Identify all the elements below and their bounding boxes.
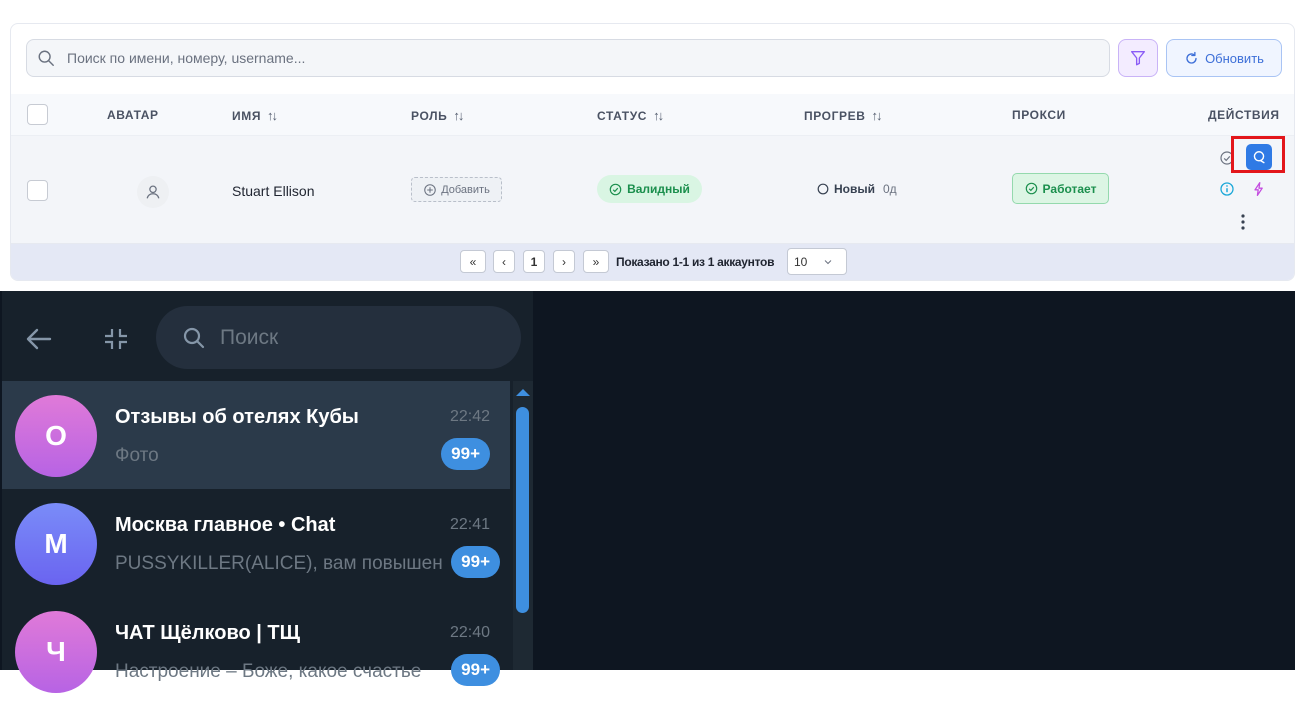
search-input[interactable] [67,50,967,66]
page-size-value: 10 [794,254,808,269]
header-name[interactable]: ИМЯ ↑↓ [232,108,278,123]
chat-time: 22:40 [449,624,490,641]
filter-icon [1131,51,1145,66]
header-proxy: ПРОКСИ [1012,108,1066,122]
header-status[interactable]: СТАТУС ↑↓ [597,108,664,123]
user-icon [146,185,160,199]
search-bar[interactable] [26,39,1110,77]
chat-preview: Фото [115,445,159,466]
avatar [137,176,169,208]
header-avatar: АВАТАР [107,108,159,122]
back-arrow-icon[interactable] [24,326,54,352]
status-badge: Валидный [597,175,702,203]
sort-icon: ↑↓ [871,108,882,123]
warmup-days: 0д [883,182,897,196]
chat-item[interactable]: М Москва главное • Chat 22:41 PUSSYKILLE… [2,489,510,597]
plus-circle-icon [424,183,436,196]
account-name: Stuart Ellison [232,183,315,199]
chat-avatar: М [15,503,97,585]
warmup-status: Новый 0д [817,182,897,196]
highlight-box [1231,136,1285,173]
double-chevron-left-icon: « [469,254,477,269]
chat-list-panel: О Отзывы об отелях Кубы 22:42 Фото 99+ М… [2,291,533,693]
status-label: Валидный [627,182,690,196]
chat-list-header [2,291,533,381]
chat-preview: Настроение – Боже, какое счастье [115,661,422,682]
sort-icon: ↑↓ [453,108,464,123]
check-circle-icon [1025,182,1037,195]
table-header: АВАТАР ИМЯ ↑↓ РОЛЬ ↑↓ СТАТУС ↑↓ ПРОГРЕВ ↑↓ П… [11,94,1294,136]
next-page-button[interactable]: › [553,250,575,273]
header-actions: ДЕЙСТВИЯ [1208,108,1280,122]
add-role-label: Добавить [441,183,490,196]
page-size-select[interactable]: 10 [787,248,847,275]
header-warmup[interactable]: ПРОГРЕВ ↑↓ [804,108,882,123]
refresh-button[interactable]: Обновить [1166,39,1282,77]
more-vertical-icon[interactable] [1235,212,1251,232]
warmup-label: Новый [834,182,875,196]
chat-time: 22:41 [449,516,490,533]
accounts-panel: Обновить АВАТАР ИМЯ ↑↓ РОЛЬ ↑↓ СТАТУС ↑↓ ПР… [10,23,1295,281]
proxy-badge[interactable]: Работает [1012,173,1109,204]
prev-page-button[interactable]: ‹ [493,250,515,273]
info-icon[interactable] [1219,181,1235,197]
add-role-button[interactable]: Добавить [411,177,502,202]
circle-icon [817,183,829,195]
double-chevron-right-icon: » [592,254,600,269]
proxy-label: Работает [1042,181,1097,196]
refresh-label: Обновить [1205,50,1264,66]
pagination-info: Показано 1-1 из 1 аккаунтов [616,255,775,269]
unread-badge: 99+ [451,546,500,578]
pagination: « ‹ 1 › » Показано 1-1 из 1 аккаунтов 10 [11,244,1294,280]
header-proxy-label: ПРОКСИ [1012,108,1066,122]
current-page-button[interactable]: 1 [523,250,545,273]
row-checkbox[interactable] [27,180,48,201]
search-icon [38,50,54,66]
chat-avatar: О [15,395,97,477]
chevron-left-icon: ‹ [502,254,506,269]
scroll-up-arrow-icon[interactable] [514,386,532,398]
chat-item[interactable]: О Отзывы об отелях Кубы 22:42 Фото 99+ [2,381,510,489]
chat-avatar: Ч [15,611,97,693]
search-icon [183,327,205,348]
header-role-label: РОЛЬ [411,108,448,123]
header-role[interactable]: РОЛЬ ↑↓ [411,108,464,123]
chat-title: Москва главное • Chat [115,514,336,536]
chat-preview: PUSSYKILLER(ALICE), вам повышен [115,553,443,574]
sort-icon: ↑↓ [653,108,664,123]
sort-icon: ↑↓ [267,108,278,123]
chat-title: ЧАТ Щёлково | ТЩ [115,622,300,644]
chat-time: 22:42 [449,408,490,425]
chat-title: Отзывы об отелях Кубы [115,406,359,428]
last-page-button[interactable]: » [583,250,609,273]
check-circle-icon [609,183,622,195]
header-status-label: СТАТУС [597,108,648,123]
filter-button[interactable] [1118,39,1158,77]
telegram-search-input[interactable] [220,325,480,350]
collapse-icon[interactable] [102,326,130,352]
table-row: Stuart Ellison Добавить Валидный Новый 0… [11,136,1294,244]
telegram-search[interactable] [156,306,521,369]
scrollbar-thumb[interactable] [516,407,529,613]
chevron-right-icon: › [562,254,566,269]
header-avatar-label: АВАТАР [107,108,159,122]
first-page-button[interactable]: « [460,250,486,273]
header-actions-label: ДЕЙСТВИЯ [1208,108,1280,122]
refresh-icon [1186,51,1197,64]
bolt-icon[interactable] [1251,181,1267,197]
select-all-checkbox[interactable] [27,104,48,125]
unread-badge: 99+ [441,438,490,470]
unread-badge: 99+ [451,654,500,686]
telegram-window: О Отзывы об отелях Кубы 22:42 Фото 99+ М… [0,291,1295,693]
chevron-down-icon [825,259,832,264]
chat-item[interactable]: Ч ЧАТ Щёлково | ТЩ 22:40 Настроение – Бо… [2,597,510,705]
header-name-label: ИМЯ [232,108,262,123]
header-warmup-label: ПРОГРЕВ [804,108,866,123]
